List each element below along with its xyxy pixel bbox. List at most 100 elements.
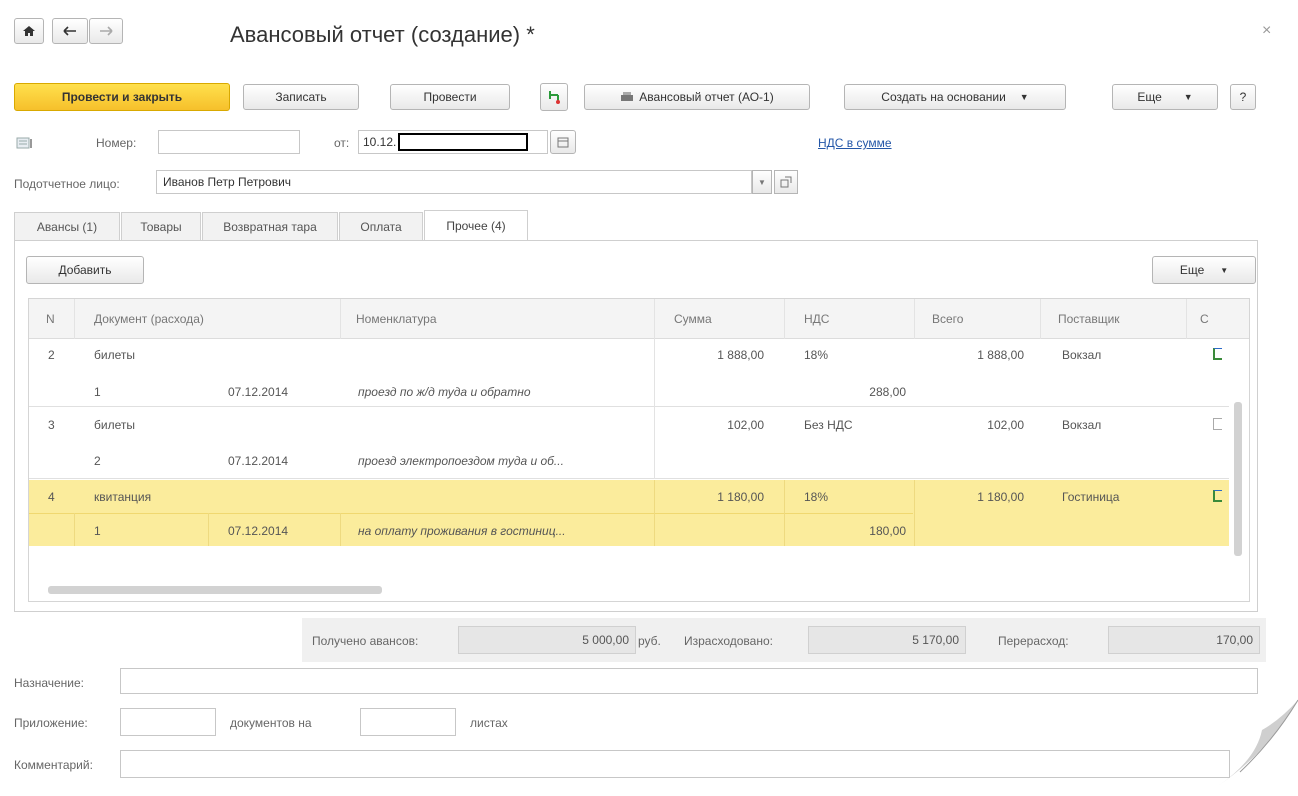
column-divider [340, 513, 341, 546]
column-header-sum[interactable]: Сумма [674, 312, 712, 326]
row-total: 1 888,00 [977, 348, 1024, 362]
row-sub-description: проезд по ж/д туда и обратно [358, 385, 531, 399]
accountable-person-field[interactable]: Иванов Петр Петрович [156, 170, 752, 194]
row-number: 2 [48, 348, 55, 362]
column-divider [914, 299, 915, 339]
chevron-down-icon: ▼ [1019, 92, 1029, 102]
date-field[interactable]: 10.12. [358, 130, 548, 154]
overspend-label: Перерасход: [998, 634, 1069, 648]
column-header-vat[interactable]: НДС [804, 312, 829, 326]
column-header-total[interactable]: Всего [932, 312, 963, 326]
post-button[interactable]: Провести [390, 84, 510, 110]
column-divider [784, 299, 785, 339]
attachment-docs-field[interactable] [120, 708, 216, 736]
home-button[interactable] [14, 18, 44, 44]
row-supplier: Гостиница [1062, 490, 1120, 504]
row-sub-vat: 180,00 [869, 524, 906, 538]
print-ao1-label: Авансовый отчет (АО-1) [639, 90, 774, 104]
row-sub-date: 07.12.2014 [228, 524, 289, 538]
table-more-label: Еще [1179, 263, 1205, 277]
structure-button[interactable] [540, 83, 568, 111]
column-divider [1040, 299, 1041, 339]
column-header-supplier[interactable]: Поставщик [1058, 312, 1120, 326]
row-sum: 102,00 [727, 418, 764, 432]
print-ao1-button[interactable]: Авансовый отчет (АО-1) [584, 84, 810, 110]
row-sub-vat: 288,00 [869, 385, 906, 399]
help-button[interactable]: ? [1230, 84, 1256, 110]
purpose-label: Назначение: [14, 676, 85, 690]
person-open-button[interactable] [774, 170, 798, 194]
comment-field[interactable] [120, 750, 1230, 778]
home-icon [23, 26, 35, 36]
forward-button[interactable] [89, 18, 123, 44]
spent-value: 5 170,00 [808, 626, 966, 654]
row-sub-date: 07.12.2014 [228, 385, 289, 399]
window-title: Авансовый отчет (создание) * [230, 22, 535, 47]
tab-goods[interactable]: Товары [121, 212, 201, 240]
date-label: от: [334, 136, 350, 150]
date-value: 10.12. [363, 135, 397, 149]
tab-other[interactable]: Прочее (4) [424, 210, 528, 240]
column-divider [654, 299, 655, 339]
table-row[interactable] [29, 339, 1229, 407]
row-sub-number: 1 [94, 385, 101, 399]
document-icon [16, 136, 34, 150]
column-header-nomenclature[interactable]: Номенклатура [356, 312, 437, 326]
post-and-close-button[interactable]: Провести и закрыть [14, 83, 230, 111]
attachment-sheets-field[interactable] [360, 708, 456, 736]
row-document: билеты [94, 418, 135, 432]
create-based-on-button[interactable]: Создать на основании ▼ [844, 84, 1066, 110]
column-divider [74, 299, 75, 339]
open-icon [780, 176, 792, 188]
attachment-label: Приложение: [14, 716, 88, 730]
column-header-document[interactable]: Документ (расхода) [94, 312, 204, 326]
calendar-button[interactable] [550, 130, 576, 154]
purpose-field[interactable] [120, 668, 1258, 694]
tab-returnable-containers[interactable]: Возвратная тара [202, 212, 338, 240]
number-field[interactable] [158, 130, 300, 154]
row-vat-rate: 18% [804, 348, 829, 362]
back-button[interactable] [52, 18, 88, 44]
arrow-left-icon [63, 26, 76, 36]
close-icon[interactable]: × [1262, 22, 1271, 40]
column-divider [914, 480, 915, 546]
row-document: квитанция [94, 490, 152, 504]
table-more-button[interactable]: Еще ▼ [1152, 256, 1256, 284]
document-link-icon[interactable] [1213, 490, 1222, 502]
person-dropdown-button[interactable]: ▼ [752, 170, 772, 194]
add-row-button[interactable]: Добавить [26, 256, 144, 284]
chevron-down-icon: ▼ [1183, 92, 1193, 102]
received-advances-label: Получено авансов: [312, 634, 419, 648]
column-divider [654, 407, 655, 479]
table-row[interactable] [29, 407, 1229, 479]
vat-in-sum-link[interactable]: НДС в сумме [818, 136, 892, 150]
column-header-n[interactable]: N [46, 312, 55, 326]
vertical-scrollbar[interactable] [1234, 402, 1242, 556]
column-divider [1186, 299, 1187, 339]
column-divider [654, 339, 655, 407]
tab-payment[interactable]: Оплата [339, 212, 423, 240]
column-header-extra[interactable]: С [1200, 312, 1209, 326]
save-button[interactable]: Записать [243, 84, 359, 110]
number-label: Номер: [96, 136, 137, 150]
document-link-icon[interactable] [1213, 348, 1222, 360]
more-button[interactable]: Еще ▼ [1112, 84, 1218, 110]
row-vat-rate: Без НДС [804, 418, 853, 432]
row-document: билеты [94, 348, 135, 362]
empty-checkbox-icon[interactable] [1213, 418, 1222, 430]
horizontal-scrollbar[interactable] [48, 586, 382, 594]
row-supplier: Вокзал [1062, 348, 1102, 362]
comment-label: Комментарий: [14, 758, 93, 772]
received-advances-value: 5 000,00 [458, 626, 636, 654]
accountable-person-label: Подотчетное лицо: [14, 177, 120, 191]
row-vat-rate: 18% [804, 490, 829, 504]
row-sub-number: 1 [94, 524, 101, 538]
row-sub-number: 2 [94, 454, 101, 468]
row-sub-date: 07.12.2014 [228, 454, 289, 468]
tab-advances[interactable]: Авансы (1) [14, 212, 120, 240]
chevron-down-icon: ▼ [1220, 265, 1229, 275]
column-divider [340, 299, 341, 339]
row-number: 3 [48, 418, 55, 432]
structure-icon [549, 91, 560, 104]
redacted-box [398, 133, 529, 151]
